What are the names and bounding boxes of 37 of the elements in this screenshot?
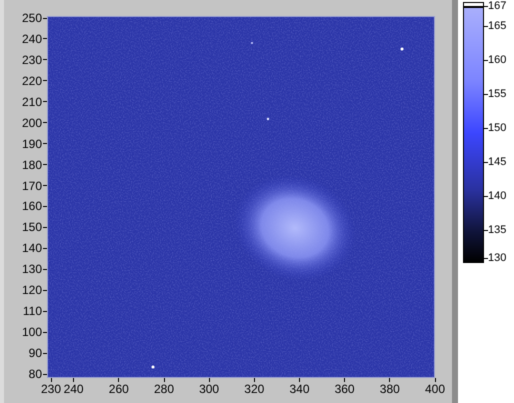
color-scale-label: 160 <box>488 53 506 67</box>
x-axis-label: 380 <box>380 382 400 397</box>
x-axis-label: 260 <box>108 382 129 397</box>
y-axis-label: 110 <box>22 303 42 320</box>
color-scale-label: 145 <box>488 155 506 169</box>
y-axis-label: 200 <box>22 114 42 131</box>
y-axis-label: 80 <box>28 366 42 382</box>
x-axis-label: 340 <box>289 382 310 397</box>
y-axis-label: 90 <box>28 345 42 362</box>
y-axis-label: 140 <box>22 240 42 256</box>
color-scale-label: 155 <box>488 87 506 101</box>
y-axis-label: 130 <box>22 261 42 278</box>
y-axis-label: 170 <box>22 178 42 194</box>
y-axis-label: 190 <box>22 136 42 152</box>
x-axis-label: 280 <box>154 382 174 397</box>
x-axis-label: 400 <box>424 382 446 397</box>
y-axis-label: 100 <box>22 324 42 340</box>
x-axis-label: 230 <box>40 382 62 397</box>
y-axis-label: 160 <box>22 198 42 214</box>
color-scale-label: 150 <box>488 121 506 135</box>
x-axis-label: 360 <box>334 382 355 397</box>
color-scale-label: 135 <box>488 223 506 237</box>
x-axis-label: 300 <box>199 382 220 397</box>
color-scale-label: 167 <box>488 0 506 13</box>
color-scale-label: 165 <box>488 19 506 33</box>
y-axis-label: 210 <box>22 94 42 110</box>
y-axis-label: 180 <box>22 156 42 173</box>
color-scale-label: 140 <box>488 189 506 203</box>
y-axis-label: 240 <box>22 30 42 47</box>
y-axis-label: 220 <box>22 72 42 89</box>
x-axis-label: 320 <box>244 382 264 397</box>
y-axis-label: 150 <box>22 219 42 236</box>
y-axis-label: 230 <box>22 52 42 68</box>
color-scale-label: 130 <box>488 251 506 265</box>
x-axis-label: 240 <box>64 382 84 397</box>
y-axis-label: 120 <box>22 282 42 298</box>
y-axis-label: 250 <box>22 10 42 26</box>
